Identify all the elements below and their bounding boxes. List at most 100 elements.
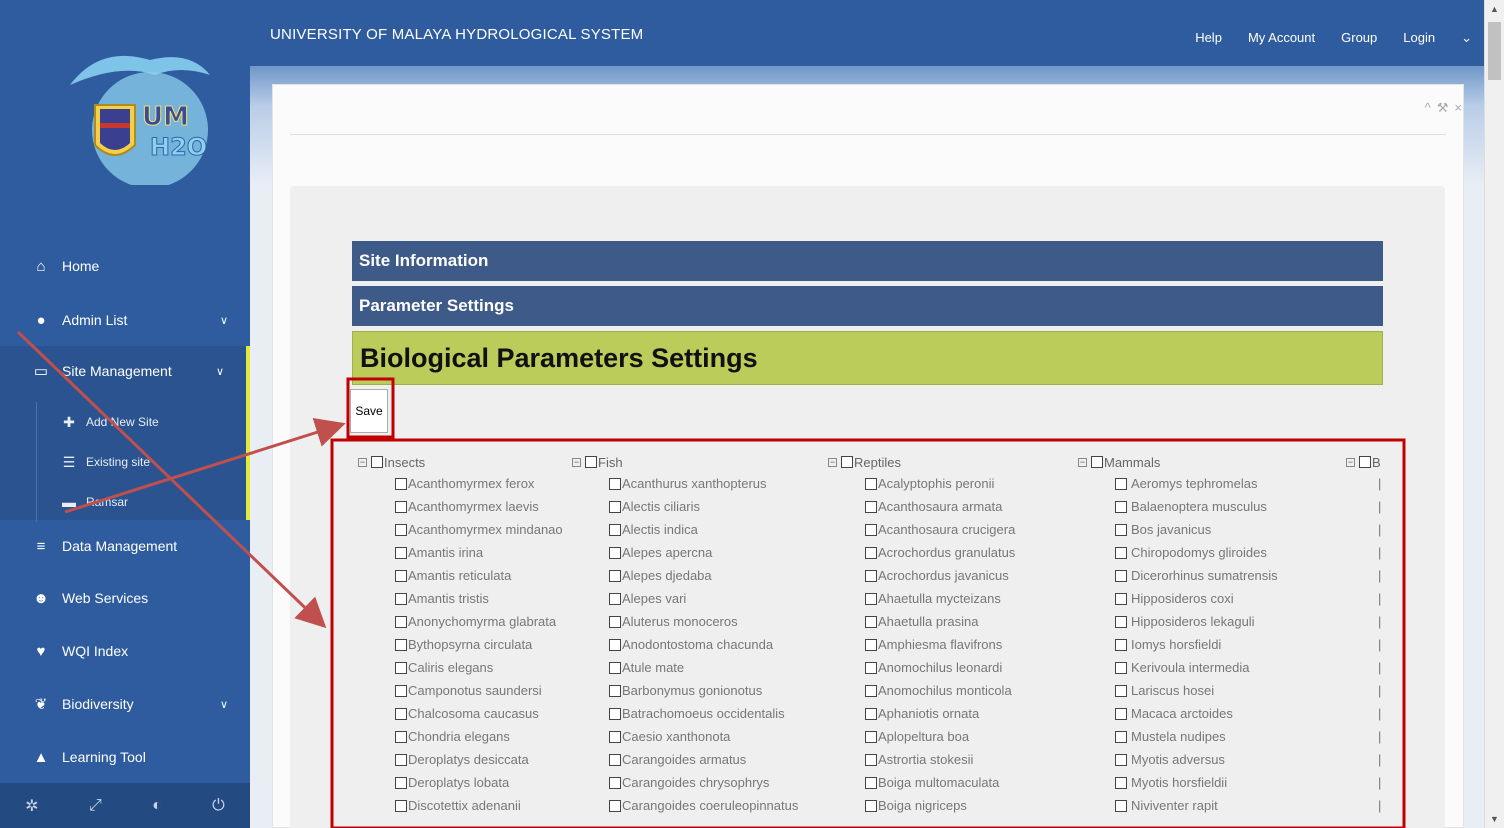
scroll-down-icon[interactable]: ▼ bbox=[1490, 814, 1499, 824]
tree-leaf-item[interactable]: Carangoides chrysophrys bbox=[609, 771, 798, 794]
tree-leaf-item[interactable]: | bbox=[1378, 725, 1381, 748]
sidebar-item-site-management[interactable]: ▭ Site Management ∨ bbox=[0, 346, 250, 396]
species-checkbox[interactable] bbox=[865, 615, 877, 628]
species-checkbox[interactable] bbox=[1115, 477, 1127, 490]
tree-leaf-item[interactable]: | bbox=[1378, 748, 1381, 771]
tree-leaf-item[interactable]: | bbox=[1378, 610, 1381, 633]
site-information-header[interactable]: Site Information bbox=[352, 241, 1383, 281]
species-checkbox[interactable] bbox=[609, 707, 621, 720]
my-account-link[interactable]: My Account bbox=[1248, 30, 1315, 46]
tree-leaf-item[interactable]: Caesio xanthonota bbox=[609, 725, 798, 748]
tree-leaf-item[interactable]: Amantis reticulata bbox=[395, 564, 563, 587]
tree-leaf-item[interactable]: | bbox=[1378, 495, 1381, 518]
sidebar-subitem-ramsar[interactable]: ▬ Ramsar bbox=[0, 482, 246, 522]
species-checkbox[interactable] bbox=[1115, 592, 1127, 605]
species-checkbox[interactable] bbox=[609, 776, 621, 789]
species-checkbox[interactable] bbox=[1115, 569, 1127, 582]
tree-leaf-item[interactable]: Acanthosaura armata bbox=[865, 495, 1015, 518]
species-checkbox[interactable] bbox=[1115, 799, 1127, 812]
species-checkbox[interactable] bbox=[1115, 523, 1127, 536]
collapse-toggle-icon[interactable]: − bbox=[1078, 457, 1087, 467]
tree-leaf-item[interactable]: Aphaniotis ornata bbox=[865, 702, 1015, 725]
tree-leaf-item[interactable]: Aplopeltura boa bbox=[865, 725, 1015, 748]
tree-leaf-item[interactable]: Kerivoula intermedia bbox=[1115, 656, 1278, 679]
tree-leaf-item[interactable]: Camponotus saundersi bbox=[395, 679, 563, 702]
parameter-settings-header[interactable]: Parameter Settings bbox=[352, 286, 1383, 326]
tree-leaf-item[interactable]: Amphiesma flavifrons bbox=[865, 633, 1015, 656]
tree-leaf-item[interactable]: Boiga nigriceps bbox=[865, 794, 1015, 817]
species-checkbox[interactable] bbox=[865, 776, 877, 789]
species-checkbox[interactable] bbox=[395, 730, 407, 743]
tree-leaf-item[interactable]: Dicerorhinus sumatrensis bbox=[1115, 564, 1278, 587]
group-link[interactable]: Group bbox=[1341, 30, 1377, 46]
tree-leaf-item[interactable]: Deroplatys desiccata bbox=[395, 748, 563, 771]
sidebar-item-learning-tool[interactable]: ▲ Learning Tool bbox=[0, 731, 250, 783]
tree-leaf-item[interactable]: Lariscus hosei bbox=[1115, 679, 1278, 702]
tree-leaf-item[interactable]: Carangoides coeruleopinnatus bbox=[609, 794, 798, 817]
sidebar-item-admin-list[interactable]: ● Admin List ∨ bbox=[0, 294, 250, 346]
tree-leaf-item[interactable]: Aluterus monoceros bbox=[609, 610, 798, 633]
tree-leaf-item[interactable]: Discotettix adenanii bbox=[395, 794, 563, 817]
species-checkbox[interactable] bbox=[1115, 707, 1127, 720]
species-checkbox[interactable] bbox=[865, 477, 877, 490]
tree-leaf-item[interactable]: Acanthomyrmex ferox bbox=[395, 472, 563, 495]
tree-leaf-item[interactable]: | bbox=[1378, 794, 1381, 817]
tree-leaf-item[interactable]: Alepes vari bbox=[609, 587, 798, 610]
sidebar-item-home[interactable]: ⌂ Home bbox=[0, 240, 250, 292]
species-checkbox[interactable] bbox=[865, 799, 877, 812]
species-checkbox[interactable] bbox=[865, 753, 877, 766]
tree-leaf-item[interactable]: Hipposideros coxi bbox=[1115, 587, 1278, 610]
tree-leaf-item[interactable]: Chondria elegans bbox=[395, 725, 563, 748]
species-checkbox[interactable] bbox=[395, 661, 407, 674]
tree-leaf-item[interactable]: Boiga multomaculata bbox=[865, 771, 1015, 794]
tree-leaf-item[interactable]: Anonychomyrma glabrata bbox=[395, 610, 563, 633]
species-checkbox[interactable] bbox=[1115, 615, 1127, 628]
tree-leaf-item[interactable]: | bbox=[1378, 656, 1381, 679]
collapse-toggle-icon[interactable]: − bbox=[828, 457, 837, 467]
tree-leaf-item[interactable]: | bbox=[1378, 564, 1381, 587]
species-checkbox[interactable] bbox=[609, 523, 621, 536]
help-link[interactable]: Help bbox=[1195, 30, 1222, 46]
tree-leaf-item[interactable]: Bythopsyrna circulata bbox=[395, 633, 563, 656]
group-checkbox[interactable] bbox=[1091, 456, 1103, 468]
species-checkbox[interactable] bbox=[1115, 753, 1127, 766]
tree-leaf-item[interactable]: Alepes apercna bbox=[609, 541, 798, 564]
settings-icon[interactable]: ✲ bbox=[25, 796, 38, 816]
tree-leaf-item[interactable]: Chalcosoma caucasus bbox=[395, 702, 563, 725]
group-checkbox[interactable] bbox=[585, 456, 597, 468]
sidebar-item-biodiversity[interactable]: ❦ Biodiversity ∨ bbox=[0, 678, 250, 730]
tree-leaf-item[interactable]: Ahaetulla prasina bbox=[865, 610, 1015, 633]
collapse-toggle-icon[interactable]: − bbox=[1346, 457, 1355, 467]
species-checkbox[interactable] bbox=[865, 638, 877, 651]
tree-leaf-item[interactable]: Batrachomoeus occidentalis bbox=[609, 702, 798, 725]
tree-leaf-item[interactable]: | bbox=[1378, 679, 1381, 702]
group-checkbox[interactable] bbox=[841, 456, 853, 468]
species-checkbox[interactable] bbox=[395, 684, 407, 697]
species-checkbox[interactable] bbox=[1115, 661, 1127, 674]
save-button[interactable]: Save bbox=[350, 389, 388, 433]
sidebar-item-web-services[interactable]: ☻ Web Services bbox=[0, 572, 250, 624]
group-checkbox[interactable] bbox=[1359, 456, 1371, 468]
species-checkbox[interactable] bbox=[865, 500, 877, 513]
tree-leaf-item[interactable]: Alectis ciliaris bbox=[609, 495, 798, 518]
species-checkbox[interactable] bbox=[609, 569, 621, 582]
group-checkbox[interactable] bbox=[371, 456, 383, 468]
tree-leaf-item[interactable]: Carangoides armatus bbox=[609, 748, 798, 771]
species-checkbox[interactable] bbox=[865, 684, 877, 697]
tree-leaf-item[interactable]: Macaca arctoides bbox=[1115, 702, 1278, 725]
tree-leaf-item[interactable]: Bos javanicus bbox=[1115, 518, 1278, 541]
species-checkbox[interactable] bbox=[395, 776, 407, 789]
tree-leaf-item[interactable]: Amantis tristis bbox=[395, 587, 563, 610]
tree-leaf-item[interactable]: Chiropodomys gliroides bbox=[1115, 541, 1278, 564]
tree-leaf-item[interactable]: Niviventer rapit bbox=[1115, 794, 1278, 817]
tree-leaf-item[interactable]: Acanthomyrmex laevis bbox=[395, 495, 563, 518]
species-checkbox[interactable] bbox=[609, 753, 621, 766]
species-checkbox[interactable] bbox=[395, 569, 407, 582]
tree-leaf-item[interactable]: Ahaetulla mycteizans bbox=[865, 587, 1015, 610]
wrench-icon[interactable]: ⚒ bbox=[1437, 100, 1455, 115]
species-checkbox[interactable] bbox=[395, 500, 407, 513]
tree-leaf-item[interactable]: Alectis indica bbox=[609, 518, 798, 541]
tree-leaf-item[interactable]: Myotis horsfieldii bbox=[1115, 771, 1278, 794]
tree-leaf-item[interactable]: | bbox=[1378, 472, 1381, 495]
tree-leaf-item[interactable]: Anomochilus leonardi bbox=[865, 656, 1015, 679]
